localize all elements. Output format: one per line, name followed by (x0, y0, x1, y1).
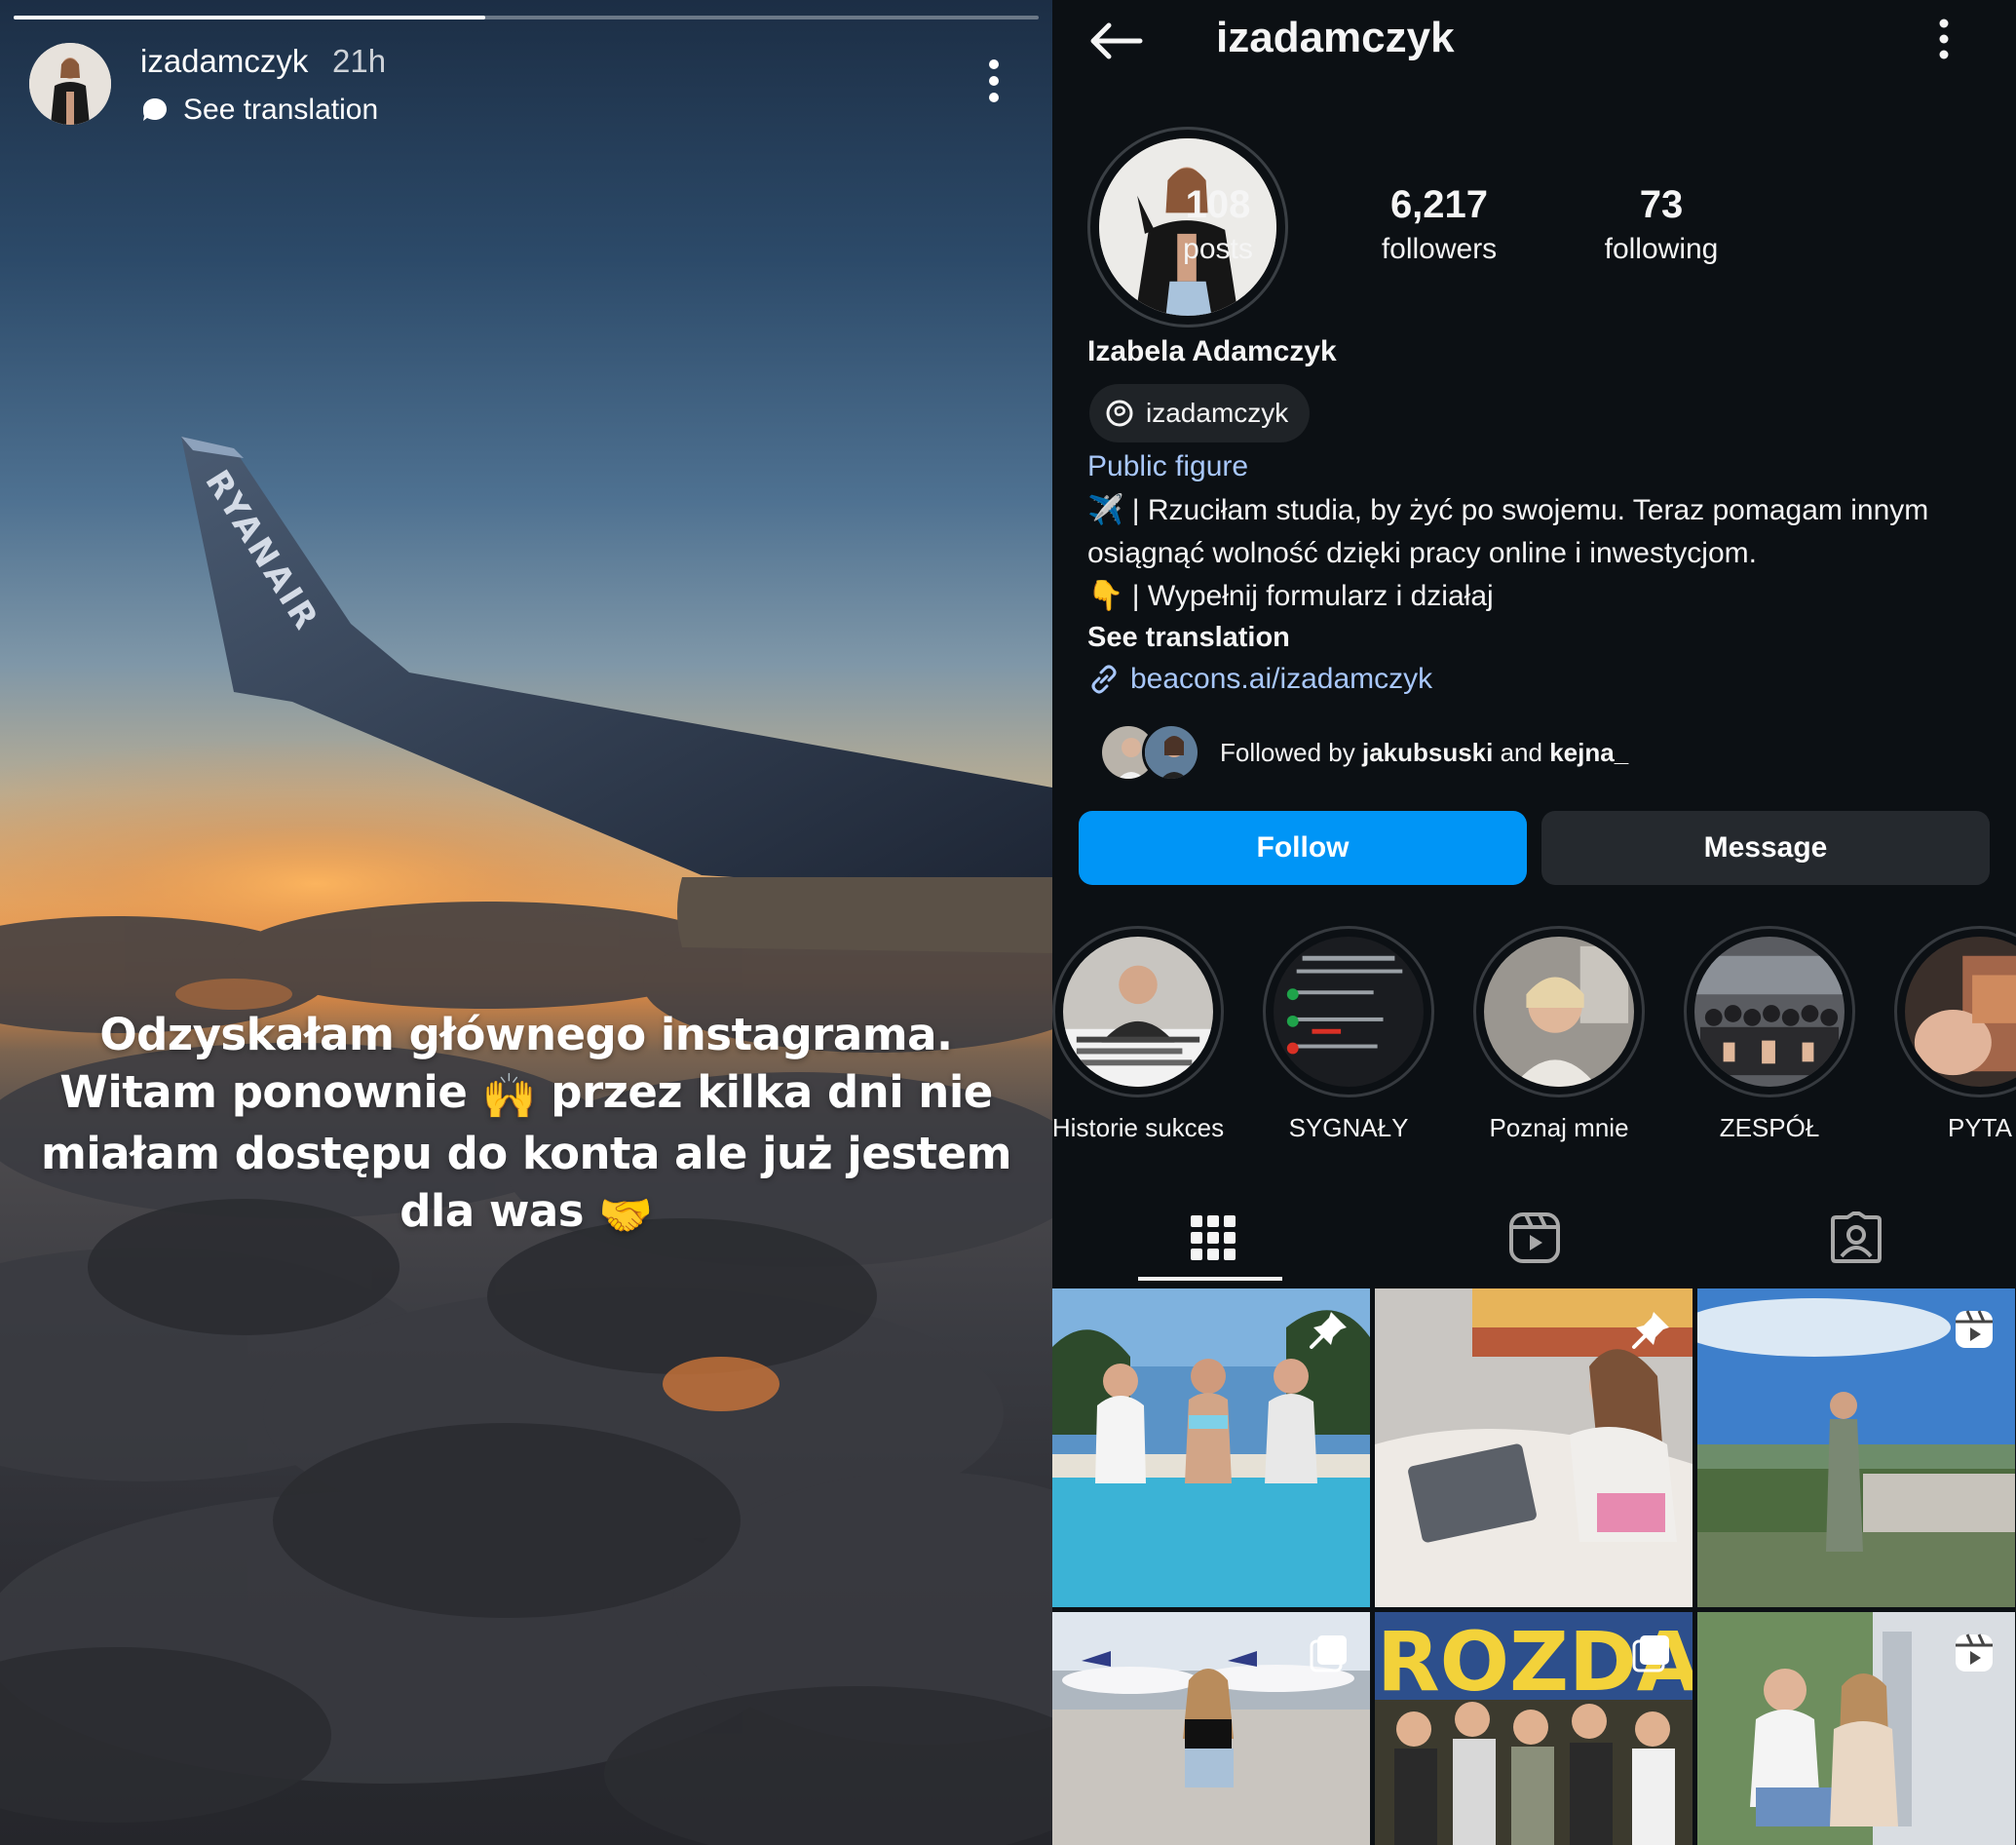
tagged-icon (1831, 1211, 1882, 1263)
tab-posts-grid[interactable] (1052, 1189, 1374, 1287)
post-thumbnail[interactable] (1052, 1612, 1370, 1845)
followed-by-text: Followed by jakubsuski and kejna_ (1220, 737, 1629, 767)
threads-badge[interactable]: izadamczyk (1089, 384, 1311, 442)
caption-line-1: Odzyskałam głównego instagrama. (99, 1009, 953, 1060)
story-progress-fill (14, 16, 485, 19)
threads-icon (1106, 400, 1133, 427)
story-highlights: Historie sukces SYGNAŁY Poznaj mnie ZESP… (1052, 926, 2016, 1143)
story-see-translation[interactable]: See translation (140, 94, 378, 127)
pin-icon (1310, 1312, 1347, 1349)
more-options-icon[interactable] (976, 57, 1011, 105)
following-count[interactable]: 73 following (1564, 181, 1759, 271)
pointing-down-emoji: 👇 (1087, 580, 1124, 612)
profile-username-header: izadamczyk (1216, 14, 1455, 61)
more-options-icon[interactable] (1929, 18, 1959, 60)
message-button[interactable]: Message (1541, 811, 1990, 885)
story-caption: Odzyskałam głównego instagrama. Witam po… (39, 1006, 1013, 1244)
post-thumbnail[interactable] (1697, 1612, 2015, 1845)
profile-full-name: Izabela Adamczyk (1087, 335, 1337, 367)
bio-line-1: | Rzuciłam studia, by żyć po swojemu. Te… (1087, 494, 1929, 569)
bio-see-translation[interactable]: See translation (1087, 622, 1290, 654)
mutual-followers-avatars (1099, 723, 1200, 782)
caption-line-4: dla was 🤝 (39, 1182, 1013, 1244)
follow-button[interactable]: Follow (1079, 811, 1527, 885)
story-progress-bar (14, 16, 1039, 19)
highlight-pyta[interactable]: PYTA (1883, 926, 2016, 1143)
active-tab-indicator (1138, 1277, 1282, 1281)
tab-tagged[interactable] (1695, 1189, 2016, 1287)
highlight-historie-sukces[interactable]: Historie sukces (1052, 926, 1236, 1143)
profile-category: Public figure (1087, 450, 1249, 482)
carousel-icon (1310, 1635, 1347, 1672)
mutual-avatar-2 (1142, 723, 1200, 782)
airplane-emoji: ✈️ (1087, 494, 1124, 526)
see-translation-label: See translation (183, 94, 379, 126)
story-username[interactable]: izadamczyk (140, 43, 308, 80)
bio-line-2: | Wypełnij formularz i działaj (1123, 580, 1494, 612)
back-arrow-icon[interactable] (1087, 18, 1144, 64)
post-thumbnail[interactable] (1375, 1288, 1693, 1607)
link-icon (1091, 665, 1117, 694)
followed-by[interactable]: Followed by jakubsuski and kejna_ (1099, 723, 1628, 782)
profile-page: izadamczyk 108 posts 6,217 followers 73 … (1052, 0, 2016, 1845)
carousel-icon (1632, 1635, 1669, 1672)
story-image: RYANAIR (0, 437, 1052, 1845)
story-avatar[interactable] (29, 43, 111, 125)
posts-count[interactable]: 108 posts (1121, 181, 1315, 271)
reels-icon (1509, 1212, 1560, 1263)
caption-line-2: Witam ponownie 🙌 przez kilka dni nie (39, 1063, 1013, 1125)
story-timestamp: 21h (332, 43, 387, 79)
highlight-sygnaly[interactable]: SYGNAŁY (1251, 926, 1446, 1143)
post-thumbnail[interactable]: ROZDAWA (1375, 1612, 1693, 1845)
grid-icon (1191, 1215, 1236, 1260)
pin-icon (1632, 1312, 1669, 1349)
highlight-poznaj-mnie[interactable]: Poznaj mnie (1462, 926, 1656, 1143)
followers-count[interactable]: 6,217 followers (1342, 181, 1537, 271)
post-thumbnail[interactable] (1052, 1288, 1370, 1607)
story-viewer[interactable]: RYANAIR izadamczyk 21h See translation O… (0, 0, 1052, 1845)
caption-line-3: miałam dostępu do konta ale już jestem (40, 1128, 1012, 1179)
highlight-zespol[interactable]: ZESPÓŁ (1672, 926, 1867, 1143)
handshake-emoji: 🤝 (598, 1189, 653, 1241)
reel-icon (1956, 1634, 1993, 1672)
speech-bubble-icon (143, 98, 167, 121)
reel-icon (1956, 1310, 1993, 1348)
threads-handle: izadamczyk (1146, 398, 1289, 428)
raised-hands-emoji: 🙌 (481, 1070, 537, 1122)
profile-bio: ✈️ | Rzuciłam studia, by żyć po swojemu.… (1087, 489, 1994, 618)
tab-reels[interactable] (1374, 1189, 1695, 1287)
profile-link[interactable]: beacons.ai/izadamczyk (1087, 663, 1432, 696)
profile-tabs (1052, 1189, 2016, 1287)
post-thumbnail[interactable] (1697, 1288, 2015, 1607)
